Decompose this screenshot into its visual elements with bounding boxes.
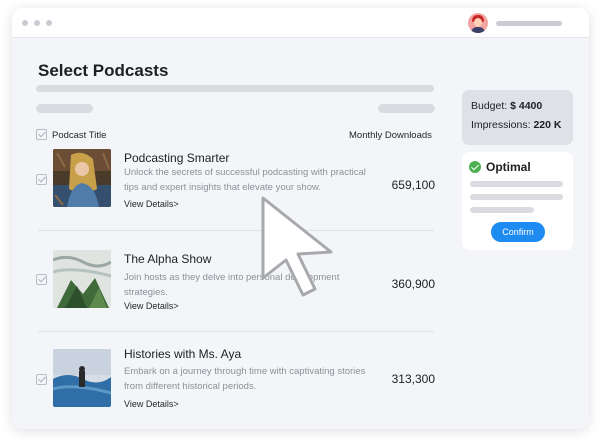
- podcast-title[interactable]: Histories with Ms. Aya: [124, 347, 241, 361]
- row-checkbox[interactable]: [36, 374, 47, 385]
- row-divider: [38, 331, 434, 332]
- cursor-arrow-icon: [246, 190, 336, 310]
- budget-value: $ 4400: [510, 100, 543, 112]
- podcast-title[interactable]: Podcasting Smarter: [124, 151, 229, 165]
- window-dot-icon: [46, 20, 52, 26]
- optimal-card: Optimal Confirm: [462, 152, 573, 250]
- column-header-title: Podcast Title: [52, 130, 107, 141]
- window-dot-icon: [34, 20, 40, 26]
- user-name-placeholder: [496, 21, 562, 26]
- row-divider: [38, 230, 434, 231]
- view-details-link[interactable]: View Details>: [124, 301, 179, 311]
- impressions-line: Impressions: 220 K: [471, 119, 561, 131]
- sort-placeholder: [378, 104, 435, 113]
- avatar-icon[interactable]: [468, 13, 488, 33]
- impressions-label: Impressions:: [471, 119, 531, 131]
- monthly-downloads: 360,900: [391, 277, 435, 291]
- confirm-button[interactable]: Confirm: [491, 222, 545, 242]
- row-checkbox[interactable]: [36, 274, 47, 285]
- podcast-description: Embark on a journey through time with ca…: [124, 366, 366, 392]
- budget-summary-card: Budget: $ 4400 Impressions: 220 K: [462, 90, 573, 145]
- window-dot-icon: [22, 20, 28, 26]
- optimal-title: Optimal: [486, 160, 531, 174]
- podcast-cover-image: [53, 149, 111, 207]
- budget-label: Budget:: [471, 100, 508, 112]
- select-all-checkbox[interactable]: [36, 129, 47, 140]
- progress-placeholder: [36, 85, 434, 92]
- podcast-cover-image: [53, 250, 111, 308]
- page-title: Select Podcasts: [38, 61, 169, 80]
- row-checkbox[interactable]: [36, 174, 47, 185]
- check-circle-icon: [469, 161, 481, 173]
- view-details-link[interactable]: View Details>: [124, 199, 179, 209]
- column-header-downloads: Monthly Downloads: [349, 130, 432, 141]
- view-details-link[interactable]: View Details>: [124, 399, 179, 409]
- impressions-value: 220 K: [533, 119, 562, 131]
- monthly-downloads: 313,300: [391, 372, 435, 386]
- podcast-title[interactable]: The Alpha Show: [124, 252, 211, 266]
- podcast-cover-image: [53, 349, 111, 407]
- monthly-downloads: 659,100: [391, 178, 435, 192]
- budget-line: Budget: $ 4400: [471, 100, 542, 112]
- text-placeholder: [470, 207, 534, 213]
- text-placeholder: [470, 181, 563, 187]
- title-bar: [12, 8, 589, 38]
- text-placeholder: [470, 194, 563, 200]
- filter-placeholder: [36, 104, 93, 113]
